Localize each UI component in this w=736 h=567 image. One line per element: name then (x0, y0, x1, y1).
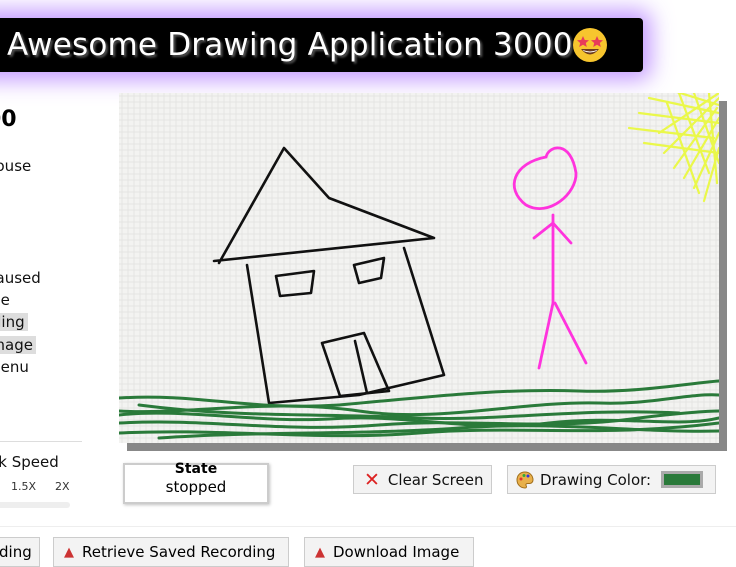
recording-button[interactable]: ding (0, 537, 40, 567)
sidebar-item-house[interactable]: house (0, 157, 31, 175)
app-title: Awesome Drawing Application 3000 (7, 27, 573, 63)
sidebar-item-resume[interactable]: me (0, 291, 10, 309)
palette-icon (516, 470, 534, 489)
clear-screen-button[interactable]: ✕ Clear Screen (353, 465, 492, 494)
drawing-color-label: Drawing Color: (540, 470, 652, 489)
recording-button-label: ding (0, 543, 32, 561)
sidebar-divider (0, 441, 82, 442)
star-struck-emoji-icon (573, 28, 607, 62)
retrieve-saved-recording-label: Retrieve Saved Recording (82, 543, 276, 561)
sidebar-item-image[interactable]: Image (0, 336, 36, 354)
playback-speed-label: ck Speed (0, 453, 59, 471)
state-label: State (174, 461, 218, 477)
sidebar-heading: 00 (0, 107, 17, 132)
arrow-up-icon: ▲ (64, 544, 74, 560)
speed-option-1-5x[interactable]: 1.5X (11, 480, 36, 493)
app-title-bar: Awesome Drawing Application 3000 (0, 18, 643, 72)
playback-speed-slider[interactable] (0, 502, 70, 508)
sidebar-item-menu[interactable]: menu (0, 358, 29, 376)
sidebar-item-recording[interactable]: rding (0, 313, 28, 331)
download-image-button[interactable]: ▲ Download Image (304, 537, 474, 567)
state-value: stopped (165, 478, 227, 496)
speed-option-2x[interactable]: 2X (55, 480, 70, 493)
arrow-up-icon: ▲ (315, 544, 325, 560)
state-display: State stopped (123, 461, 269, 504)
bottom-divider (0, 526, 736, 527)
sidebar-item-paused[interactable]: paused (0, 269, 41, 287)
color-swatch[interactable] (661, 471, 704, 488)
close-icon: ✕ (364, 468, 380, 491)
retrieve-saved-recording-button[interactable]: ▲ Retrieve Saved Recording (53, 537, 289, 567)
clear-screen-label: Clear Screen (387, 470, 484, 489)
drawing-color-button[interactable]: Drawing Color: (507, 465, 716, 494)
drawing-canvas[interactable] (119, 93, 719, 443)
download-image-label: Download Image (333, 543, 460, 561)
